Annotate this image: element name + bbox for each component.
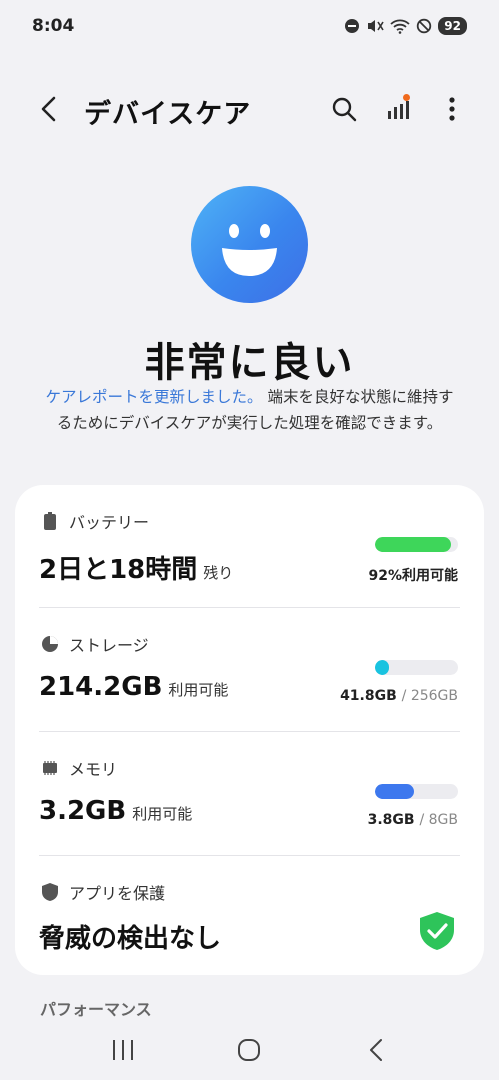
status-time: 8:04 bbox=[32, 16, 75, 36]
battery-progress-fill bbox=[375, 537, 452, 552]
storage-used: 41.8GB bbox=[340, 688, 397, 704]
protection-status-value: 脅威の検出なし bbox=[39, 924, 222, 954]
storage-value-group: 214.2GB 利用可能 bbox=[39, 672, 228, 702]
more-options-button[interactable] bbox=[435, 92, 469, 126]
shield-icon bbox=[41, 883, 59, 901]
shield-check-icon bbox=[420, 912, 454, 950]
pie-chart-icon bbox=[41, 635, 59, 653]
memory-total: / 8GB bbox=[419, 812, 458, 828]
storage-available-unit: 利用可能 bbox=[168, 681, 229, 699]
protection-value-group: 脅威の検出なし bbox=[39, 918, 221, 955]
smiley-face-icon bbox=[191, 186, 308, 303]
status-card: バッテリー 2日と18時間 残り 92%利用可能 ストレージ 214.2GB 利… bbox=[15, 485, 484, 975]
home-icon bbox=[238, 1039, 261, 1061]
app-bar: デバイスケア bbox=[0, 80, 499, 140]
battery-value-group: 2日と18時間 残り bbox=[39, 549, 233, 586]
memory-progress-fill bbox=[375, 784, 415, 799]
page-title: デバイスケア bbox=[84, 99, 252, 130]
memory-label-group: メモリ bbox=[41, 756, 117, 780]
memory-value-group: 3.2GB 利用可能 bbox=[39, 796, 192, 826]
battery-progress-bar bbox=[375, 537, 458, 552]
mute-icon bbox=[368, 20, 384, 32]
more-vertical-icon bbox=[449, 97, 455, 121]
battery-row[interactable]: バッテリー 2日と18時間 残り 92%利用可能 bbox=[15, 485, 484, 607]
nav-back-button[interactable] bbox=[356, 1030, 396, 1070]
storage-label: ストレージ bbox=[69, 636, 149, 655]
status-bar: 8:04 92 bbox=[0, 0, 499, 52]
memory-row[interactable]: メモリ 3.2GB 利用可能 3.8GB / 8GB bbox=[15, 732, 484, 854]
navigation-bar bbox=[0, 1020, 499, 1080]
performance-section-heading: パフォーマンス bbox=[40, 1000, 152, 1019]
back-button[interactable] bbox=[32, 92, 66, 126]
storage-available-value: 214.2GB bbox=[39, 672, 163, 702]
search-button[interactable] bbox=[327, 92, 361, 126]
battery-icon bbox=[41, 512, 59, 530]
storage-progress-fill bbox=[375, 660, 389, 675]
diagnostics-button[interactable] bbox=[381, 92, 415, 126]
battery-label: バッテリー bbox=[69, 513, 150, 532]
recents-button[interactable] bbox=[103, 1030, 143, 1070]
protection-label: アプリを保護 bbox=[69, 884, 166, 903]
storage-label-group: ストレージ bbox=[41, 632, 149, 656]
back-icon bbox=[369, 1039, 382, 1061]
storage-total: / 256GB bbox=[401, 688, 458, 704]
protection-label-group: アプリを保護 bbox=[41, 880, 165, 904]
memory-used: 3.8GB bbox=[367, 812, 415, 828]
battery-available-text: 92%利用可能 bbox=[368, 568, 458, 584]
memory-progress-bar bbox=[375, 784, 458, 799]
memory-available-value: 3.2GB bbox=[39, 796, 127, 826]
memory-usage-text: 3.8GB / 8GB bbox=[368, 812, 458, 828]
battery-label-group: バッテリー bbox=[41, 509, 149, 533]
back-arrow-icon bbox=[41, 96, 56, 122]
storage-row[interactable]: ストレージ 214.2GB 利用可能 41.8GB / 256GB bbox=[15, 608, 484, 730]
battery-icon: 92 bbox=[438, 17, 467, 35]
device-status-title: 非常に良い bbox=[144, 340, 355, 386]
app-protection-row[interactable]: アプリを保護 脅威の検出なし bbox=[15, 856, 484, 975]
recents-icon bbox=[113, 1040, 134, 1060]
memory-label: メモリ bbox=[69, 760, 118, 779]
memory-chip-icon bbox=[41, 759, 59, 777]
care-report-link[interactable]: ケアレポートを更新しました。 bbox=[46, 388, 263, 406]
wifi-icon bbox=[390, 19, 410, 34]
memory-available-unit: 利用可能 bbox=[132, 805, 193, 823]
care-report-description: ケアレポートを更新しました。 端末を良好な状態に維持するためにデバイスケアが実行… bbox=[40, 384, 459, 436]
blocked-icon bbox=[417, 18, 432, 34]
status-icons: 92 bbox=[344, 17, 467, 35]
battery-remaining-unit: 残り bbox=[203, 564, 234, 582]
storage-usage-text: 41.8GB / 256GB bbox=[340, 688, 458, 704]
storage-progress-bar bbox=[375, 660, 458, 675]
notification-dot bbox=[403, 94, 410, 101]
home-button[interactable] bbox=[229, 1030, 269, 1070]
dnd-icon bbox=[345, 19, 360, 33]
search-icon bbox=[332, 97, 357, 122]
app-actions bbox=[327, 92, 469, 126]
battery-remaining-value: 2日と18時間 bbox=[39, 555, 198, 585]
